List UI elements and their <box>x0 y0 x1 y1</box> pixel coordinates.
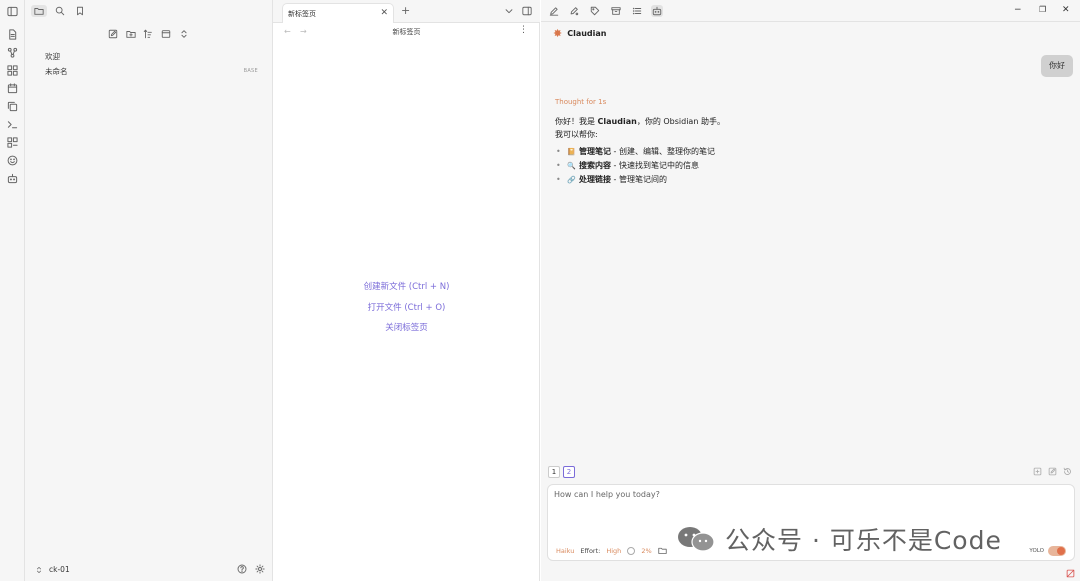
edit-link-icon[interactable] <box>548 5 560 17</box>
terminal-icon[interactable] <box>7 119 18 130</box>
search-tab-icon[interactable] <box>52 5 68 17</box>
conversation-tab-1[interactable]: 1 <box>548 466 560 478</box>
file-type-badge: BASE <box>243 68 258 74</box>
tab-new-tab[interactable]: 新标签页 ✕ <box>282 3 394 23</box>
history-icon[interactable] <box>1063 467 1072 476</box>
edit-conversation-icon[interactable] <box>1048 467 1057 476</box>
toggle-knob <box>1057 547 1065 555</box>
graph-view-icon[interactable] <box>7 47 18 58</box>
sort-icon[interactable] <box>143 29 153 39</box>
empty-state-actions: 创建新文件 (Ctrl + N) 打开文件 (Ctrl + O) 关闭标签页 <box>273 280 540 342</box>
wechat-logo-icon <box>678 527 715 552</box>
open-file-link[interactable]: 打开文件 (Ctrl + O) <box>273 301 540 322</box>
canvas-icon[interactable] <box>7 65 18 76</box>
context-usage-ring-icon <box>627 546 636 555</box>
effort-selector[interactable]: High <box>606 547 621 555</box>
editor-pane: 新标签页 ✕ + ← → 新标签页 ⋮ 创建新文件 (Ctrl + N) 打开文… <box>273 0 540 581</box>
claudian-bot-icon[interactable] <box>651 5 663 17</box>
command-icon[interactable] <box>7 137 18 148</box>
minimize-icon[interactable]: − <box>1014 5 1022 15</box>
tab-bar: 新标签页 ✕ + <box>273 0 540 23</box>
bot-icon[interactable] <box>7 173 18 184</box>
close-window-icon[interactable]: ✕ <box>1062 5 1070 15</box>
tag-icon[interactable] <box>589 5 601 17</box>
view-title: 新标签页 <box>392 28 421 36</box>
file-tree-item[interactable]: 欢迎 <box>45 51 60 62</box>
pen-tool-icon[interactable] <box>568 5 580 17</box>
watermark-text: 公众号 · 可乐不是Code <box>725 526 1002 555</box>
file-icon[interactable] <box>7 29 18 40</box>
wechat-watermark: 公众号 · 可乐不是Code <box>675 521 1002 557</box>
new-folder-icon[interactable] <box>126 29 136 39</box>
copy-icon[interactable] <box>7 101 18 112</box>
notebook-emoji-icon: 📔 <box>567 148 576 156</box>
right-toolbar: − ❐ ✕ <box>541 0 1080 22</box>
claudian-title: Claudian <box>567 29 607 38</box>
tab-label: 新标签页 <box>288 10 316 18</box>
assistant-reply: 你好！我是 Claudian，你的 Obsidian 助手。 我可以帮你: 📔管… <box>555 115 725 187</box>
effort-label: Effort: <box>580 546 601 555</box>
magnifier-emoji-icon: 🔍 <box>567 162 576 170</box>
list-icon[interactable] <box>631 5 643 17</box>
claude-logo-icon: ✸ <box>553 27 563 40</box>
list-item: 📔管理笔记 - 创建、编辑、整理你的笔记 <box>555 145 725 159</box>
vault-name: ck-01 <box>49 565 70 574</box>
new-note-icon[interactable] <box>108 29 118 39</box>
claudian-header: ✸ Claudian <box>553 28 607 39</box>
sidebar-toggle-icon[interactable] <box>7 6 18 17</box>
conversation-tabs: 1 2 <box>548 466 575 478</box>
folder-icon[interactable] <box>657 546 667 555</box>
right-sidebar-toggle-icon[interactable] <box>522 6 532 16</box>
collapse-all-icon[interactable] <box>161 29 171 39</box>
file-explorer-sidebar: 欢迎 未命名 BASE ck-01 <box>25 0 273 581</box>
updown-chevron-icon <box>36 566 42 573</box>
link-emoji-icon: 🔗 <box>567 176 576 184</box>
conversation-tab-2[interactable]: 2 <box>563 466 575 478</box>
input-footer: Haiku Effort: High 2% <box>556 546 667 555</box>
capability-list: 📔管理笔记 - 创建、编辑、整理你的笔记 🔍搜索内容 - 快速找到笔记中的信息 … <box>555 145 725 187</box>
vault-switcher[interactable]: ck-01 <box>35 565 70 574</box>
left-ribbon <box>0 0 25 581</box>
more-options-icon[interactable]: ⋮ <box>519 25 528 35</box>
files-tab-folder-icon[interactable] <box>31 5 47 17</box>
thought-indicator[interactable]: Thought for 1s <box>555 98 606 106</box>
close-icon[interactable]: ✕ <box>380 8 388 18</box>
archive-icon[interactable] <box>610 5 622 17</box>
close-tab-link[interactable]: 关闭标签页 <box>273 321 540 342</box>
new-conversation-icon[interactable] <box>1033 467 1042 476</box>
help-icon[interactable] <box>237 564 247 574</box>
settings-gear-icon[interactable] <box>255 564 265 574</box>
context-usage-percent: 2% <box>641 546 652 555</box>
new-tab-plus-icon[interactable]: + <box>401 4 410 17</box>
file-tree-item[interactable]: 未命名 <box>45 66 68 77</box>
conversation-tools <box>1033 467 1072 476</box>
chevron-down-icon[interactable] <box>504 6 514 16</box>
list-item: 🔗处理链接 - 管理笔记间的 <box>555 173 725 187</box>
list-item: 🔍搜索内容 - 快速找到笔记中的信息 <box>555 159 725 173</box>
yolo-label: YOLO <box>1029 548 1044 554</box>
reply-intro: 我可以帮你: <box>555 130 598 139</box>
create-new-file-link[interactable]: 创建新文件 (Ctrl + N) <box>273 280 540 301</box>
model-selector[interactable]: Haiku <box>556 547 574 555</box>
assistant-name: Claudian <box>597 117 637 126</box>
bookmark-tab-icon[interactable] <box>72 5 88 17</box>
view-header: ← → 新标签页 ⋮ <box>273 24 540 40</box>
expand-collapse-icon[interactable] <box>179 29 189 39</box>
emoji-icon[interactable] <box>7 155 18 166</box>
maximize-icon[interactable]: ❐ <box>1039 5 1046 14</box>
calendar-icon[interactable] <box>7 83 18 94</box>
chat-input-placeholder[interactable]: How can I help you today? <box>554 490 660 499</box>
sync-status-icon[interactable] <box>1066 569 1075 578</box>
claudian-pane: − ❐ ✕ ✸ Claudian 你好 Thought for 1s 你好！我是… <box>541 0 1080 581</box>
yolo-toggle[interactable] <box>1048 546 1066 556</box>
reply-greeting: 你好！我是 Claudian，你的 Obsidian 助手。 <box>555 117 725 126</box>
user-message-bubble: 你好 <box>1041 55 1073 77</box>
